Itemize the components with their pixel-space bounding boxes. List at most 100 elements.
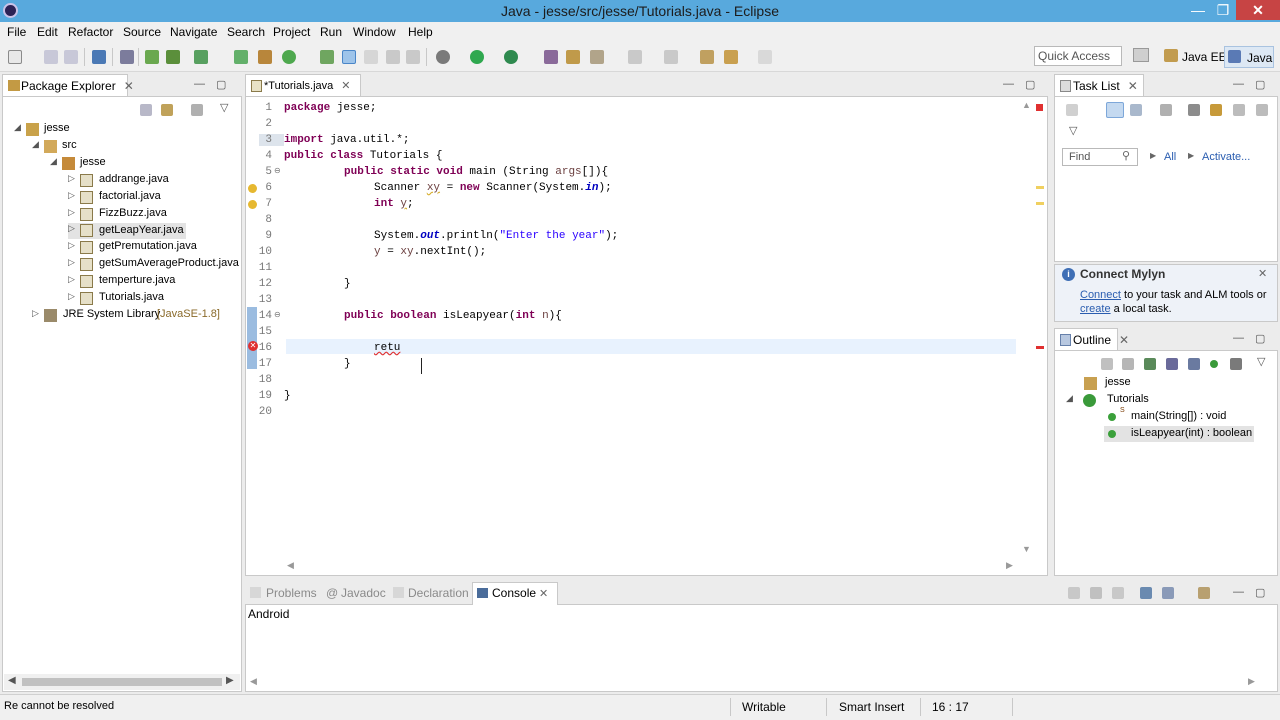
code-line-7[interactable]: int y; xyxy=(374,198,414,210)
status-insert-mode[interactable]: Smart Insert xyxy=(839,700,904,714)
open-perspective-icon[interactable] xyxy=(1133,48,1149,62)
show-whitespace-icon[interactable] xyxy=(364,50,378,64)
new-java-project-icon[interactable] xyxy=(234,50,248,64)
close-icon[interactable]: ✕ xyxy=(1119,333,1129,347)
menu-refactor[interactable]: Refactor xyxy=(68,25,113,39)
save-icon[interactable] xyxy=(44,50,58,64)
minimize-button[interactable]: — xyxy=(1185,0,1211,20)
last-edit-icon[interactable] xyxy=(700,50,714,64)
menu-run[interactable]: Run xyxy=(320,25,342,39)
overview-error-marker[interactable] xyxy=(1036,346,1044,349)
task-activate-link[interactable]: Activate... xyxy=(1202,151,1250,163)
tab-problems[interactable]: Problems xyxy=(266,586,317,600)
code-line-16[interactable]: retu xyxy=(374,342,400,354)
close-icon[interactable]: ✕ xyxy=(539,587,548,600)
collapse-all-icon[interactable] xyxy=(1101,358,1113,370)
menu-search[interactable]: Search xyxy=(227,25,265,39)
link-editor-icon[interactable] xyxy=(1230,358,1242,370)
clear-console-icon[interactable] xyxy=(1068,587,1080,599)
collapsed-icon[interactable]: ▷ xyxy=(32,308,42,319)
new-icon[interactable] xyxy=(8,50,22,64)
code-line-9[interactable]: System.out.println("Enter the year"); xyxy=(374,230,618,242)
task-filter-all[interactable]: All xyxy=(1164,151,1176,163)
close-icon[interactable]: ✕ xyxy=(1258,267,1267,280)
maximize-icon[interactable]: ▢ xyxy=(1255,78,1265,91)
expanded-icon[interactable]: ◢ xyxy=(50,156,60,167)
new-package-icon[interactable] xyxy=(258,50,272,64)
menu-file[interactable]: File xyxy=(7,25,26,39)
code-line-6[interactable]: Scanner xy = new Scanner(System.in); xyxy=(374,182,612,194)
package-explorer-hscrollbar[interactable]: ◀ ▶ xyxy=(4,674,240,690)
warning-icon[interactable] xyxy=(248,184,257,193)
collapsed-icon[interactable]: ▷ xyxy=(68,257,78,268)
menu-navigate[interactable]: Navigate xyxy=(170,25,217,39)
tab-tutorials-java[interactable]: *Tutorials.java ✕ xyxy=(245,74,361,96)
expanded-icon[interactable]: ◢ xyxy=(32,139,42,150)
scroll-down-icon[interactable]: ▼ xyxy=(1022,544,1031,554)
collapsed-icon[interactable]: ▷ xyxy=(68,173,78,184)
skip-breakpoints-icon[interactable] xyxy=(120,50,134,64)
display-console-icon[interactable] xyxy=(1162,587,1174,599)
server-icon[interactable] xyxy=(145,50,159,64)
outline-method-isleapyear[interactable]: isLeapyear(int) : boolean xyxy=(1104,426,1254,442)
maximize-icon[interactable]: ▢ xyxy=(1255,586,1265,599)
collapse-all-icon[interactable] xyxy=(140,104,152,116)
fold-collapse-icon[interactable]: ⊖ xyxy=(274,166,281,175)
overview-warning-marker[interactable] xyxy=(1036,202,1044,205)
tab-declaration[interactable]: Declaration xyxy=(408,586,469,600)
word-wrap-icon[interactable] xyxy=(1112,587,1124,599)
build-icon[interactable] xyxy=(166,50,180,64)
scroll-left-icon[interactable]: ◀ xyxy=(287,560,294,571)
new-task-icon[interactable] xyxy=(1066,104,1078,116)
mylyn-create-link[interactable]: create xyxy=(1080,303,1111,315)
overview-warning-marker[interactable] xyxy=(1036,186,1044,189)
restore-button[interactable]: ❐ xyxy=(1210,0,1236,20)
open-perspective-tool-icon[interactable] xyxy=(544,50,558,64)
collapsed-icon[interactable]: ▷ xyxy=(68,240,78,251)
minimize-icon[interactable]: — xyxy=(1003,78,1014,90)
scroll-right-icon[interactable]: ▶ xyxy=(1006,560,1013,571)
pin-console-icon[interactable] xyxy=(1140,587,1152,599)
tab-javadoc[interactable]: Javadoc xyxy=(341,586,386,600)
menu-project[interactable]: Project xyxy=(273,25,310,39)
run-external-icon[interactable] xyxy=(504,50,518,64)
view-menu-icon[interactable]: ▽ xyxy=(1257,355,1265,368)
scroll-right-icon[interactable]: ▶ xyxy=(226,675,234,686)
code-line-10[interactable]: y = xy.nextInt(); xyxy=(374,246,486,258)
categorized-icon[interactable] xyxy=(1106,102,1124,118)
maximize-icon[interactable]: ▢ xyxy=(216,78,226,91)
code-line-14[interactable]: public boolean isLeapyear(int n){ xyxy=(344,310,562,322)
collapsed-icon[interactable]: ▷ xyxy=(68,223,78,234)
minimize-icon[interactable]: — xyxy=(194,78,205,90)
mark-occurrences-icon[interactable] xyxy=(342,50,356,64)
hide-completed-icon[interactable] xyxy=(1188,104,1200,116)
menu-edit[interactable]: Edit xyxy=(37,25,58,39)
sort-icon[interactable] xyxy=(1122,358,1134,370)
error-icon[interactable]: ✕ xyxy=(248,341,258,351)
synchronize-icon[interactable] xyxy=(1210,104,1222,116)
code-line-12[interactable]: } xyxy=(344,278,351,290)
save-all-icon[interactable] xyxy=(64,50,78,64)
collapsed-icon[interactable]: ▷ xyxy=(68,190,78,201)
scroll-right-icon[interactable]: ▶ xyxy=(1248,676,1255,687)
close-icon[interactable]: ✕ xyxy=(124,79,134,93)
tab-package-explorer[interactable]: Package Explorer ✕ xyxy=(2,74,134,96)
collapsed-icon[interactable]: ▷ xyxy=(68,274,78,285)
paragraph-icon[interactable] xyxy=(406,50,420,64)
code-line-1[interactable]: package jesse; xyxy=(284,102,376,114)
overview-error-marker[interactable] xyxy=(1036,104,1043,111)
task-icon[interactable] xyxy=(194,50,208,64)
minimize-icon[interactable]: — xyxy=(1233,586,1244,598)
scroll-left-icon[interactable]: ◀ xyxy=(250,676,257,687)
scroll-thumb[interactable] xyxy=(22,678,222,686)
maximize-icon[interactable]: ▢ xyxy=(1255,332,1265,345)
minimize-icon[interactable]: — xyxy=(1233,78,1244,90)
menu-window[interactable]: Window xyxy=(353,25,396,39)
expanded-icon[interactable]: ◢ xyxy=(14,122,24,133)
open-console-icon[interactable] xyxy=(1198,587,1210,599)
close-button[interactable]: ✕ xyxy=(1236,0,1280,20)
prev-annotation-icon[interactable] xyxy=(664,50,678,64)
run-icon[interactable] xyxy=(470,50,484,64)
block-selection-icon[interactable] xyxy=(386,50,400,64)
quick-access-input[interactable]: Quick Access xyxy=(1034,46,1122,66)
